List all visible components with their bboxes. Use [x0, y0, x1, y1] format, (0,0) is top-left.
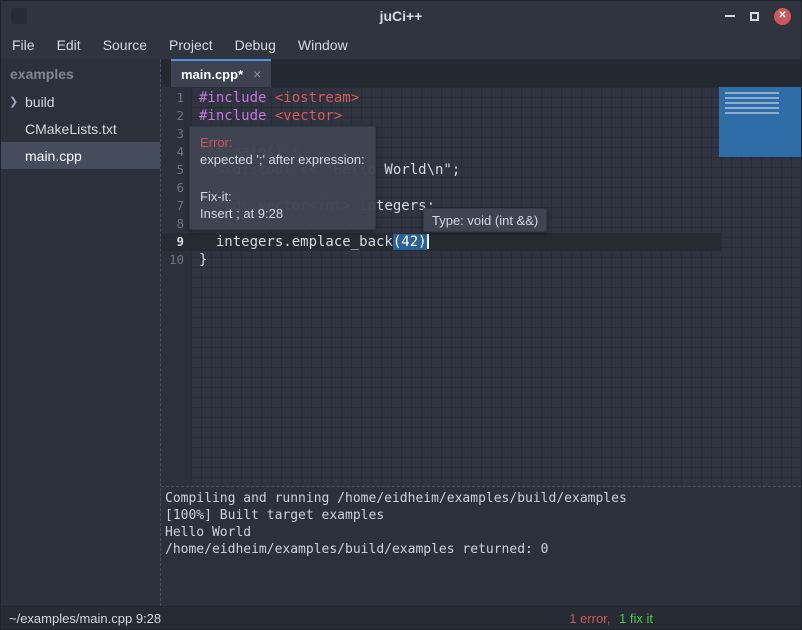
- menubar: FileEditSourceProjectDebugWindow: [1, 31, 801, 59]
- chevron-right-icon[interactable]: ❯: [9, 95, 25, 108]
- menu-item-file[interactable]: File: [1, 33, 46, 57]
- menu-item-debug[interactable]: Debug: [224, 33, 287, 57]
- tabbar: main.cpp* ×: [161, 59, 801, 87]
- tab-label: main.cpp*: [181, 67, 243, 82]
- error-title: Error:: [200, 134, 365, 151]
- minimize-icon: [725, 15, 735, 17]
- output-line: Compiling and running /home/eidheim/exam…: [165, 490, 797, 507]
- minimize-button[interactable]: [725, 15, 735, 17]
- sidebar-item-build[interactable]: ❯build: [1, 88, 160, 115]
- code-text: <iostream>: [275, 90, 359, 106]
- code-line-2: #include <vector>: [161, 107, 801, 125]
- sidebar-item-cmakelists-txt[interactable]: CMakeLists.txt: [1, 115, 160, 142]
- code-text: <vector>: [275, 108, 342, 124]
- editor-column: main.cpp* × 12345678910 #include <iostre…: [161, 59, 801, 606]
- cursor-location: ~/examples/main.cpp 9:28: [9, 611, 161, 626]
- file-tree: ❯build CMakeLists.txt main.cpp: [1, 88, 160, 169]
- minimap[interactable]: [719, 87, 801, 157]
- fixit-count[interactable]: 1 fix it: [619, 611, 653, 626]
- error-tooltip: Error: expected ';' after expression: Fi…: [189, 126, 376, 230]
- file-label: main.cpp: [25, 148, 82, 164]
- selected-text: (42): [393, 234, 427, 250]
- diagnostics: 1 error, 1 fix it: [569, 611, 653, 626]
- window-title: juCi++: [380, 8, 423, 24]
- jucipp-window: juCi++ ✕ FileEditSourceProjectDebugWindo…: [0, 0, 802, 630]
- code-text: #include: [199, 90, 275, 106]
- error-message: expected ';' after expression:: [200, 151, 365, 168]
- statusbar: ~/examples/main.cpp 9:28 1 error, 1 fix …: [1, 606, 801, 629]
- sidebar-item-main-cpp[interactable]: main.cpp: [1, 142, 160, 169]
- tab-close-icon[interactable]: ×: [253, 67, 261, 81]
- close-button[interactable]: ✕: [774, 8, 791, 25]
- menu-item-project[interactable]: Project: [158, 33, 224, 57]
- text-cursor: [427, 234, 429, 249]
- code-line-10: }: [161, 251, 801, 269]
- menu-item-source[interactable]: Source: [92, 33, 158, 57]
- code-text: #include: [199, 108, 275, 124]
- error-count[interactable]: 1 error,: [569, 611, 610, 626]
- fixit-title: Fix-it:: [200, 188, 365, 205]
- type-tooltip: Type: void (int &&): [423, 208, 547, 232]
- restore-button[interactable]: [750, 12, 759, 21]
- window-controls: ✕: [725, 1, 791, 31]
- project-name: examples: [1, 59, 160, 88]
- titlebar: juCi++ ✕: [1, 1, 801, 31]
- restore-icon: [750, 12, 759, 21]
- output-line: Hello World: [165, 524, 797, 541]
- fixit-action: Insert ; at 9:28: [200, 205, 365, 222]
- output-line: [100%] Built target examples: [165, 507, 797, 524]
- menu-item-edit[interactable]: Edit: [46, 33, 92, 57]
- sidebar: examples ❯build CMakeLists.txt main.cpp: [1, 59, 161, 606]
- code-line-1: #include <iostream>: [161, 89, 801, 107]
- output-line: /home/eidheim/examples/build/examples re…: [165, 541, 797, 558]
- app-icon: [11, 8, 27, 24]
- type-signature: Type: void (int &&): [432, 213, 538, 228]
- minimap-lines: [725, 92, 779, 116]
- close-icon: ✕: [778, 11, 786, 21]
- output-panel[interactable]: Compiling and running /home/eidheim/exam…: [161, 486, 801, 608]
- code-line-9: integers.emplace_back(42): [161, 233, 801, 251]
- file-label: CMakeLists.txt: [25, 121, 117, 137]
- main-area: examples ❯build CMakeLists.txt main.cpp ma…: [1, 59, 801, 606]
- editor-area[interactable]: 12345678910 #include <iostream>#include …: [161, 87, 801, 486]
- code-text: integers.emplace_back: [199, 234, 393, 250]
- code-text: }: [199, 252, 207, 268]
- tab-main-cpp[interactable]: main.cpp* ×: [171, 59, 271, 87]
- menu-item-window[interactable]: Window: [287, 33, 359, 57]
- file-label: build: [25, 94, 55, 110]
